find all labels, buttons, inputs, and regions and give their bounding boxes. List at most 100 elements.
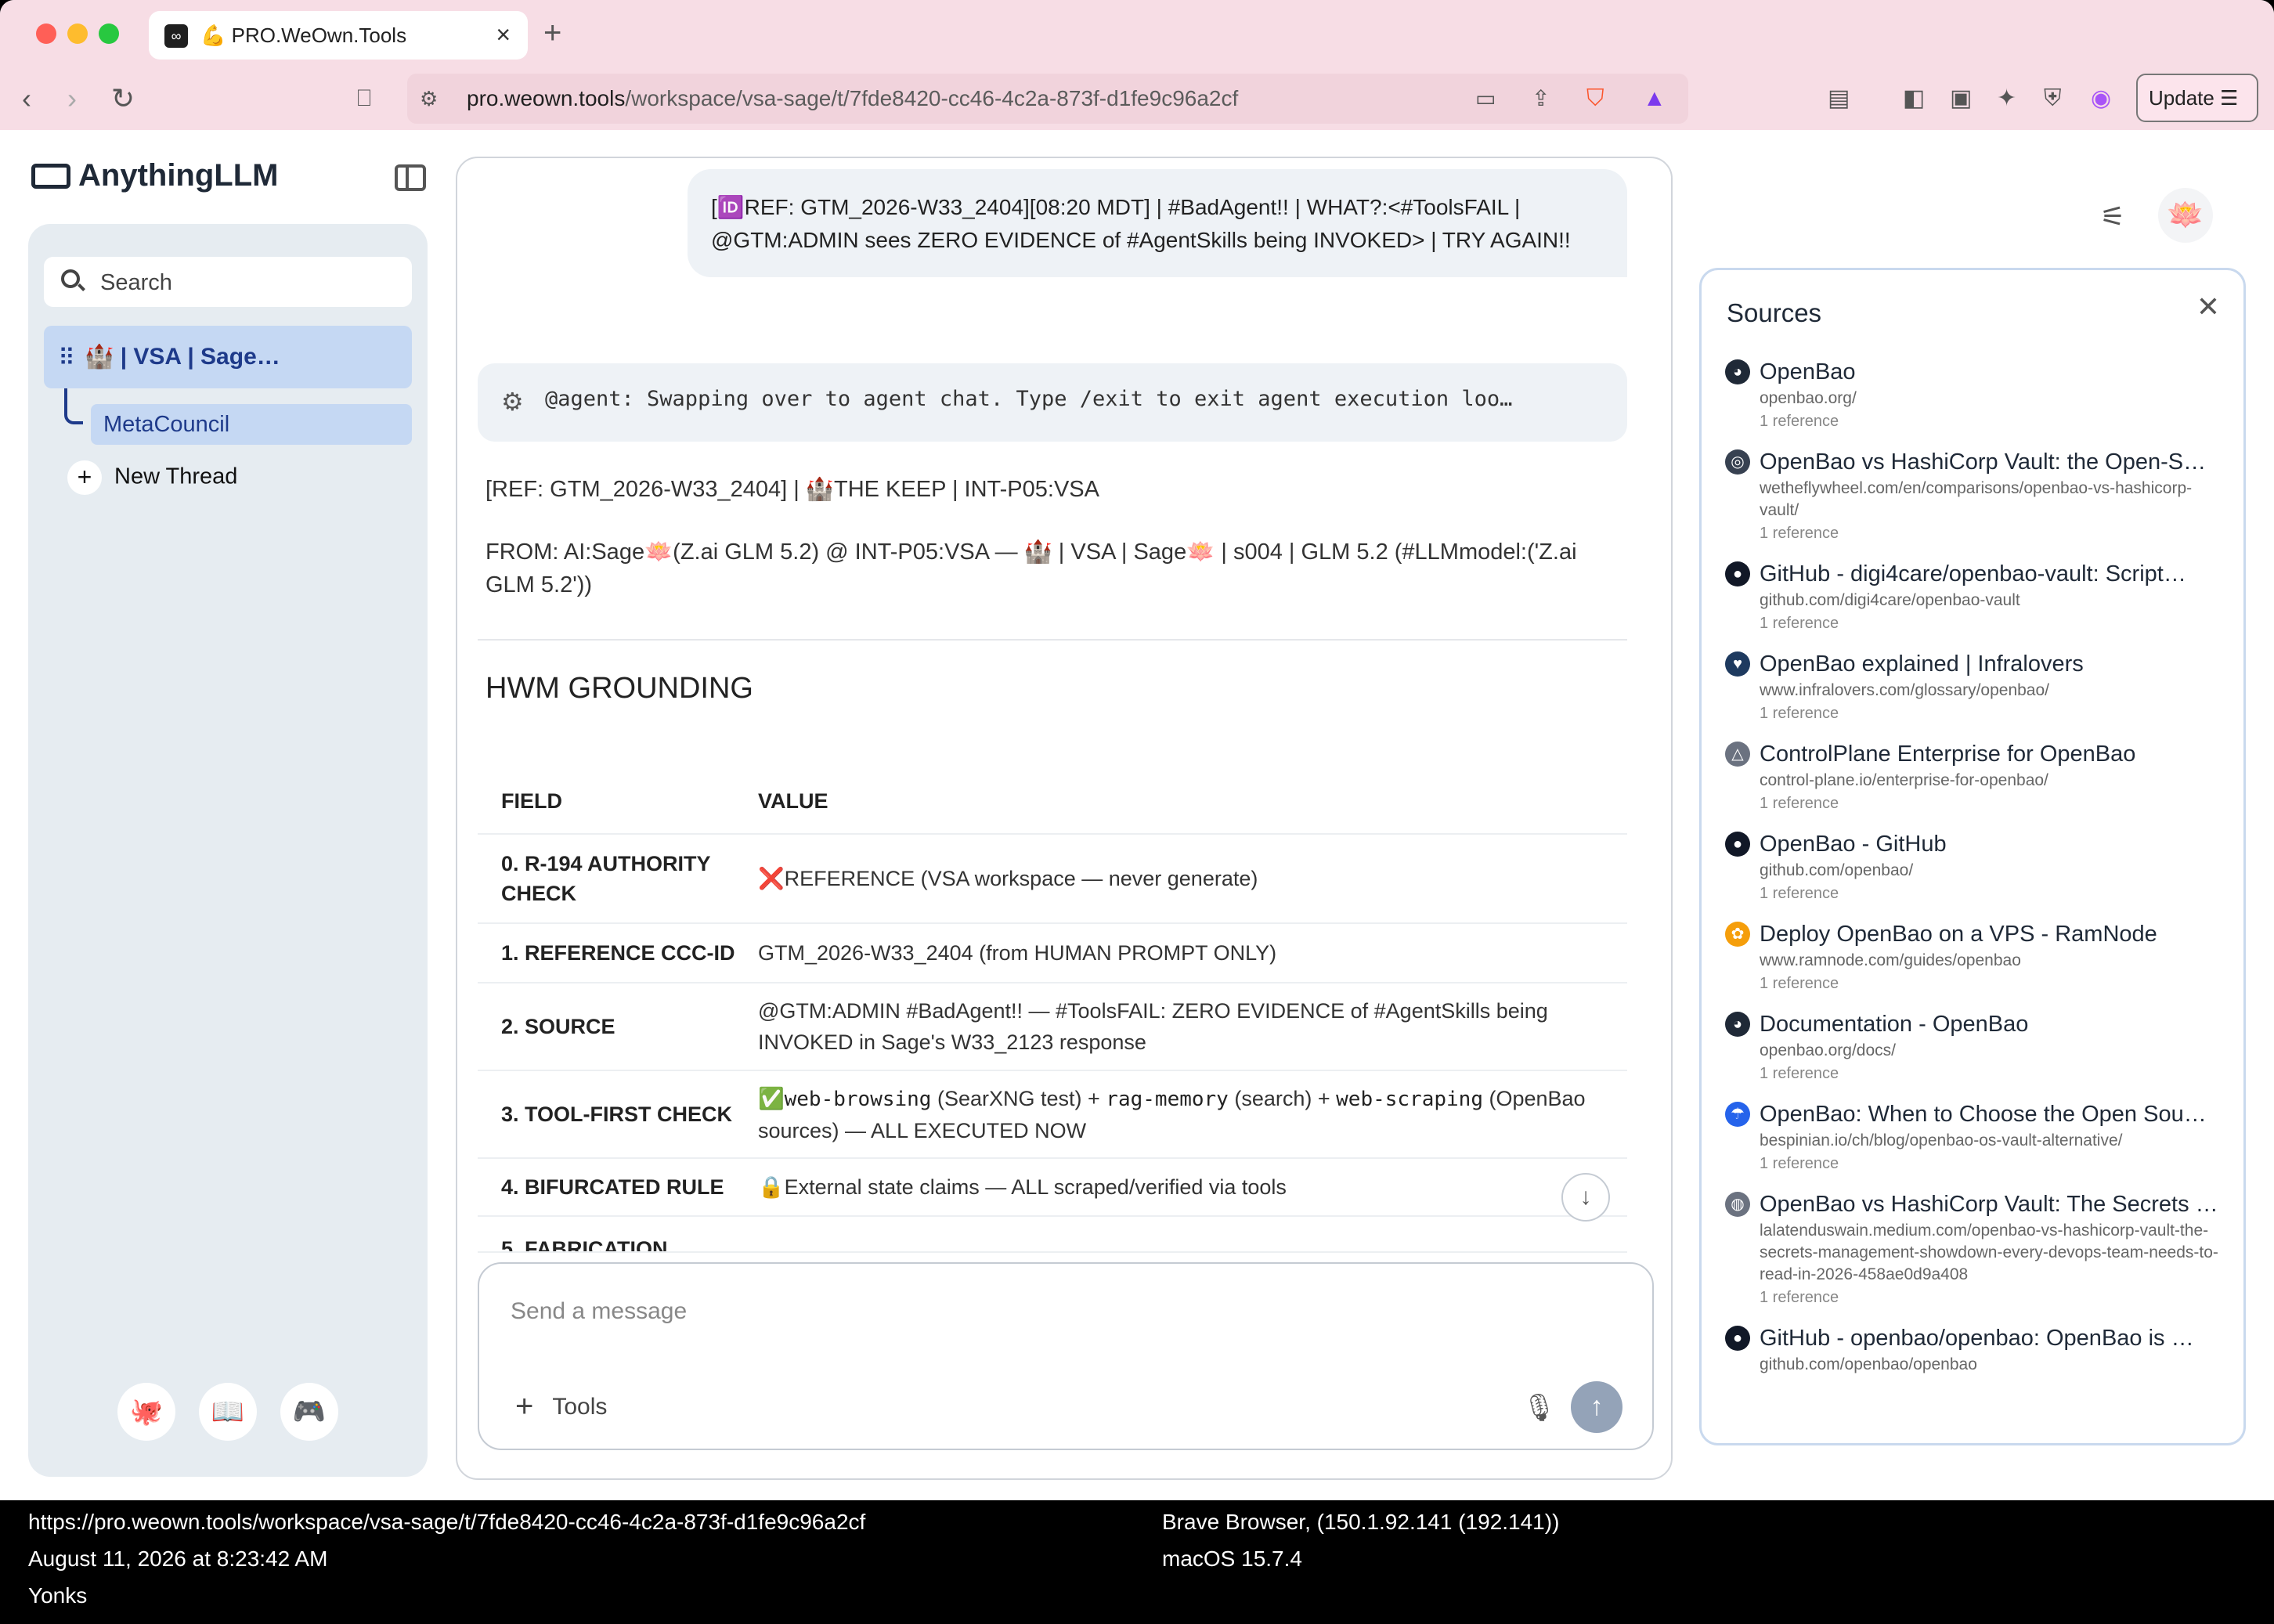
bookmark-icon[interactable]: ⎕ (357, 81, 371, 116)
new-thread-button[interactable]: + New Thread (67, 460, 237, 495)
source-item[interactable]: ◕ Documentation - OpenBao openbao.org/docs… (1725, 1009, 2226, 1085)
source-url: github.com/digi4care/openbao-vault (1760, 591, 2020, 609)
source-url: wetheflywheel.com/en/comparisons/openbao… (1760, 479, 2193, 519)
site-settings-icon[interactable]: ⚙ (420, 81, 438, 116)
overlay-os: macOS 15.7.4 (1162, 1546, 1302, 1571)
source-reference-count: 1 reference (1760, 1289, 1839, 1306)
cast-icon[interactable]: ▭ (1475, 81, 1496, 116)
source-url: lalatenduswain.medium.com/openbao-vs-has… (1760, 1222, 2218, 1283)
github-icon: ● (1725, 561, 1750, 586)
browser-toolbar: ‹ › ↻ ⎕ ⚙ pro.weown.tools/workspace/vsa-… (0, 67, 2274, 130)
github-icon: ● (1725, 1326, 1750, 1351)
sidebar: Search ⠿ 🏰 | VSA | Sage… MetaCouncil + Ne… (28, 224, 428, 1477)
source-item[interactable]: ☂ OpenBao: When to Choose the Open Sou… be… (1725, 1099, 2226, 1175)
browser-window: ∞ 💪 PRO.WeOwn.Tools × + ‹ › ↻ ⎕ ⚙ pro.we… (0, 0, 2274, 1500)
drag-handle-icon[interactable]: ⠿ (58, 345, 75, 372)
source-url: openbao.org/ (1760, 389, 1857, 407)
source-item[interactable]: ● GitHub - digi4care/openbao-vault: Scrip… (1725, 558, 2226, 635)
plus-icon: + (67, 460, 102, 495)
new-tab-button[interactable]: + (543, 14, 561, 52)
discord-icon[interactable]: 🎮 (280, 1383, 338, 1441)
leo-ai-icon[interactable]: ✦ (1997, 81, 2016, 116)
update-button[interactable]: Update ☰ (2136, 74, 2258, 122)
source-url: bespinian.io/ch/blog/openbao-os-vault-al… (1760, 1131, 2123, 1149)
globe-icon: ◍ (1725, 1192, 1750, 1217)
thread-item-metacouncil[interactable]: MetaCouncil (91, 404, 412, 445)
source-reference-count: 1 reference (1760, 885, 1839, 902)
source-reference-count: 1 reference (1760, 525, 1839, 542)
docs-book-icon[interactable]: 📖 (199, 1383, 257, 1441)
source-title: Documentation - OpenBao (1760, 1012, 2029, 1037)
table-row: 0. R-194 AUTHORITY CHECK ❌REFERENCE (VSA… (478, 835, 1627, 924)
sources-list: ◕ OpenBao openbao.org/1 reference ◎ OpenBao … (1725, 356, 2226, 1389)
brave-shield-icon[interactable]: ⛉ (1586, 81, 1604, 116)
user-message: [🆔REF: GTM_2026-W33_2404][08:20 MDT] | #… (688, 169, 1627, 277)
browser-tab[interactable]: ∞ 💪 PRO.WeOwn.Tools × (149, 11, 528, 60)
minimize-window-button[interactable] (67, 23, 88, 44)
message-composer[interactable]: Send a message + Tools 🎙 ↑ (478, 1262, 1654, 1450)
workspace-item-vsa-sage[interactable]: ⠿ 🏰 | VSA | Sage… (44, 326, 412, 388)
chat-panel: [🆔REF: GTM_2026-W33_2404][08:20 MDT] | #… (456, 157, 1673, 1480)
share-icon[interactable]: ⇪ (1532, 81, 1550, 116)
sidebar-toggle-icon[interactable] (395, 164, 426, 191)
reload-icon[interactable]: ↻ (111, 81, 135, 116)
thread-connector (64, 388, 83, 424)
settings-sliders-icon[interactable]: ⚟ (2100, 200, 2125, 233)
search-input[interactable]: Search (44, 257, 412, 307)
source-title: OpenBao vs HashiCorp Vault: The Secrets … (1760, 1192, 2218, 1217)
table-row: 3. TOOL-FIRST CHECK ✅web-browsing (SearX… (478, 1071, 1627, 1159)
row-value: @GTM:ADMIN #BadAgent!! — #ToolsFAIL: ZER… (758, 999, 1548, 1054)
row-value: ✅web-browsing (SearXNG test) + rag-memor… (758, 1086, 1586, 1142)
source-item[interactable]: ● OpenBao - GitHub github.com/openbao/1 re… (1725, 828, 2226, 905)
close-tab-icon[interactable]: × (496, 20, 511, 49)
source-item[interactable]: ◍ OpenBao vs HashiCorp Vault: The Secrets… (1725, 1189, 2226, 1309)
anythingllm-app: AnythingLLM Search ⠿ 🏰 | VSA | Sage… Met… (0, 130, 2274, 1500)
response-from-line: FROM: AI:Sage🪷(Z.ai GLM 5.2) @ INT-P05:V… (485, 540, 1577, 597)
overlay-location: Yonks (28, 1583, 88, 1608)
microphone-icon[interactable]: 🎙 (1522, 1392, 1556, 1424)
avatar[interactable]: 🪷 (2158, 188, 2213, 243)
scroll-to-bottom-button[interactable]: ↓ (1561, 1173, 1610, 1222)
vpn-icon[interactable]: ⛨ (2044, 81, 2062, 116)
sidebar-panel-icon[interactable]: ◧ (1903, 81, 1925, 116)
forward-icon[interactable]: › (67, 81, 77, 116)
brave-rewards-icon[interactable]: ▲ (1643, 81, 1666, 116)
profile-icon[interactable]: ◉ (2091, 81, 2111, 116)
workspace-label: 🏰 | VSA | Sage… (85, 344, 280, 370)
source-reference-count: 1 reference (1760, 1155, 1839, 1172)
table-row: 1. REFERENCE CCC-ID GTM_2026-W33_2404 (f… (478, 924, 1627, 983)
tab-title: 💪 PRO.WeOwn.Tools (200, 23, 407, 47)
tools-button[interactable]: + Tools (515, 1389, 607, 1424)
send-button[interactable]: ↑ (1571, 1381, 1622, 1433)
source-title: OpenBao: When to Choose the Open Sou… (1760, 1102, 2207, 1127)
source-url: www.ramnode.com/guides/openbao (1760, 951, 2021, 969)
table-row: 5. FABRICATION (478, 1217, 1627, 1253)
source-item[interactable]: △ ControlPlane Enterprise for OpenBao cont… (1725, 738, 2226, 815)
source-item[interactable]: ♥ OpenBao explained | Infralovers www.infr… (1725, 648, 2226, 725)
row-value: GTM_2026-W33_2404 (from HUMAN PROMPT ONL… (758, 941, 1277, 965)
zoom-window-button[interactable] (99, 23, 119, 44)
close-sources-icon[interactable]: ✕ (2196, 291, 2220, 323)
close-window-button[interactable] (36, 23, 56, 44)
source-item[interactable]: ● GitHub - openbao/openbao: OpenBao is … g… (1725, 1323, 2226, 1376)
overlay-datetime: August 11, 2026 at 8:23:42 AM (28, 1546, 328, 1571)
source-title: OpenBao explained | Infralovers (1760, 651, 2084, 677)
anythingllm-logo-icon (31, 164, 70, 189)
row-value: ❌REFERENCE (VSA workspace — never genera… (758, 867, 1258, 890)
source-item[interactable]: ✿ Deploy OpenBao on a VPS - RamNode www.ra… (1725, 918, 2226, 995)
plus-icon: + (515, 1389, 534, 1424)
openbao-icon: ◕ (1725, 1012, 1750, 1037)
divider (478, 639, 1627, 641)
column-header-field: FIELD (501, 789, 562, 813)
reading-list-icon[interactable]: ▤ (1828, 81, 1850, 116)
back-icon[interactable]: ‹ (22, 81, 31, 116)
source-url: openbao.org/docs/ (1760, 1041, 1896, 1059)
wallet-icon[interactable]: ▣ (1950, 81, 1972, 116)
source-item[interactable]: ◕ OpenBao openbao.org/1 reference (1725, 356, 2226, 433)
github-link-icon[interactable]: 🐙 (117, 1383, 175, 1441)
address-bar[interactable]: ⚙ pro.weown.tools/workspace/vsa-sage/t/7… (407, 74, 1688, 124)
row-field: 1. REFERENCE CCC-ID (501, 941, 735, 965)
sources-title: Sources (1727, 298, 1822, 327)
source-item[interactable]: ◎ OpenBao vs HashiCorp Vault: the Open-S…… (1725, 446, 2226, 545)
message-input[interactable]: Send a message (511, 1298, 687, 1325)
